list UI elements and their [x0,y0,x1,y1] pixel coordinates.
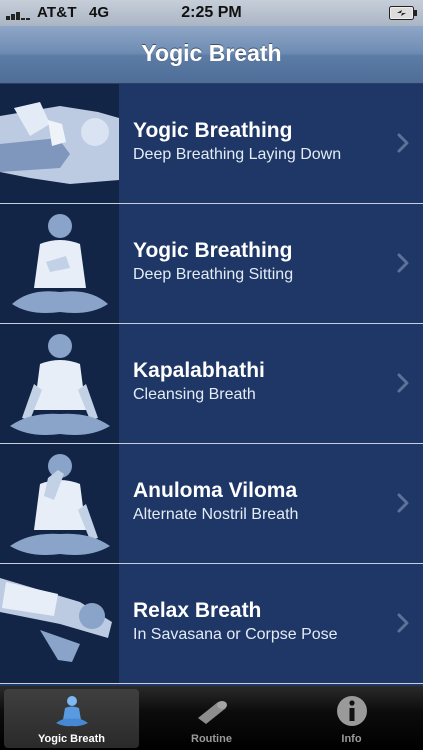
clock: 2:25 PM [181,4,242,21]
chevron-right-icon [397,613,409,633]
exercise-row-relax-breath[interactable]: Relax Breath In Savasana or Corpse Pose [0,564,423,684]
chevron-right-icon [397,133,409,153]
exercise-subtitle: In Savasana or Corpse Pose [133,626,338,643]
sitting-hands-on-chest-pose-image [0,204,119,323]
exercise-subtitle: Deep Breathing Laying Down [133,146,342,163]
tab-label: Yogic Breath [37,733,106,745]
navigation-bar: Yogic Breath [0,26,423,84]
tab-bar: Yogic Breath Routine Info [0,686,423,750]
exercise-row-kapalabhathi[interactable]: Kapalabhathi Cleansing Breath [0,324,423,444]
chevron-right-icon [397,253,409,273]
page-title: Yogic Breath [141,40,282,66]
chevron-right-icon [397,373,409,393]
exercise-subtitle: Cleansing Breath [133,386,256,403]
tab-label: Routine [191,733,232,745]
exercise-subtitle: Deep Breathing Sitting [133,266,294,283]
sitting-meditation-pose-image [0,324,119,443]
exercise-title: Kapalabhathi [133,359,265,382]
exercise-title: Anuloma Viloma [133,479,298,502]
exercise-list: Yogic Breathing Deep Breathing Laying Do… [0,84,423,686]
exercise-subtitle: Alternate Nostril Breath [133,506,299,523]
status-bar: AT&T 4G 2:25 PM [0,0,423,26]
sitting-nostril-pose-image [0,444,119,563]
corpse-pose-image [0,564,119,683]
tab-routine[interactable]: Routine [144,689,279,748]
exercise-row-yogic-breathing-sitting[interactable]: Yogic Breathing Deep Breathing Sitting [0,204,423,324]
tab-label: Info [341,733,362,745]
chevron-right-icon [397,493,409,513]
exercise-title: Relax Breath [133,599,262,622]
exercise-title: Yogic Breathing [133,119,293,142]
exercise-row-anuloma-viloma[interactable]: Anuloma Viloma Alternate Nostril Breath [0,444,423,564]
info-icon [336,696,367,726]
tab-info[interactable]: Info [284,689,419,748]
battery-charging-icon [389,6,417,20]
tab-yogic-breath[interactable]: Yogic Breath [4,689,139,748]
exercise-title: Yogic Breathing [133,239,293,262]
exercise-row-yogic-breathing-lying[interactable]: Yogic Breathing Deep Breathing Laying Do… [0,84,423,204]
meditation-figure-icon [55,696,88,727]
yoga-mat-icon [197,701,227,724]
lying-down-pose-image [0,84,119,203]
